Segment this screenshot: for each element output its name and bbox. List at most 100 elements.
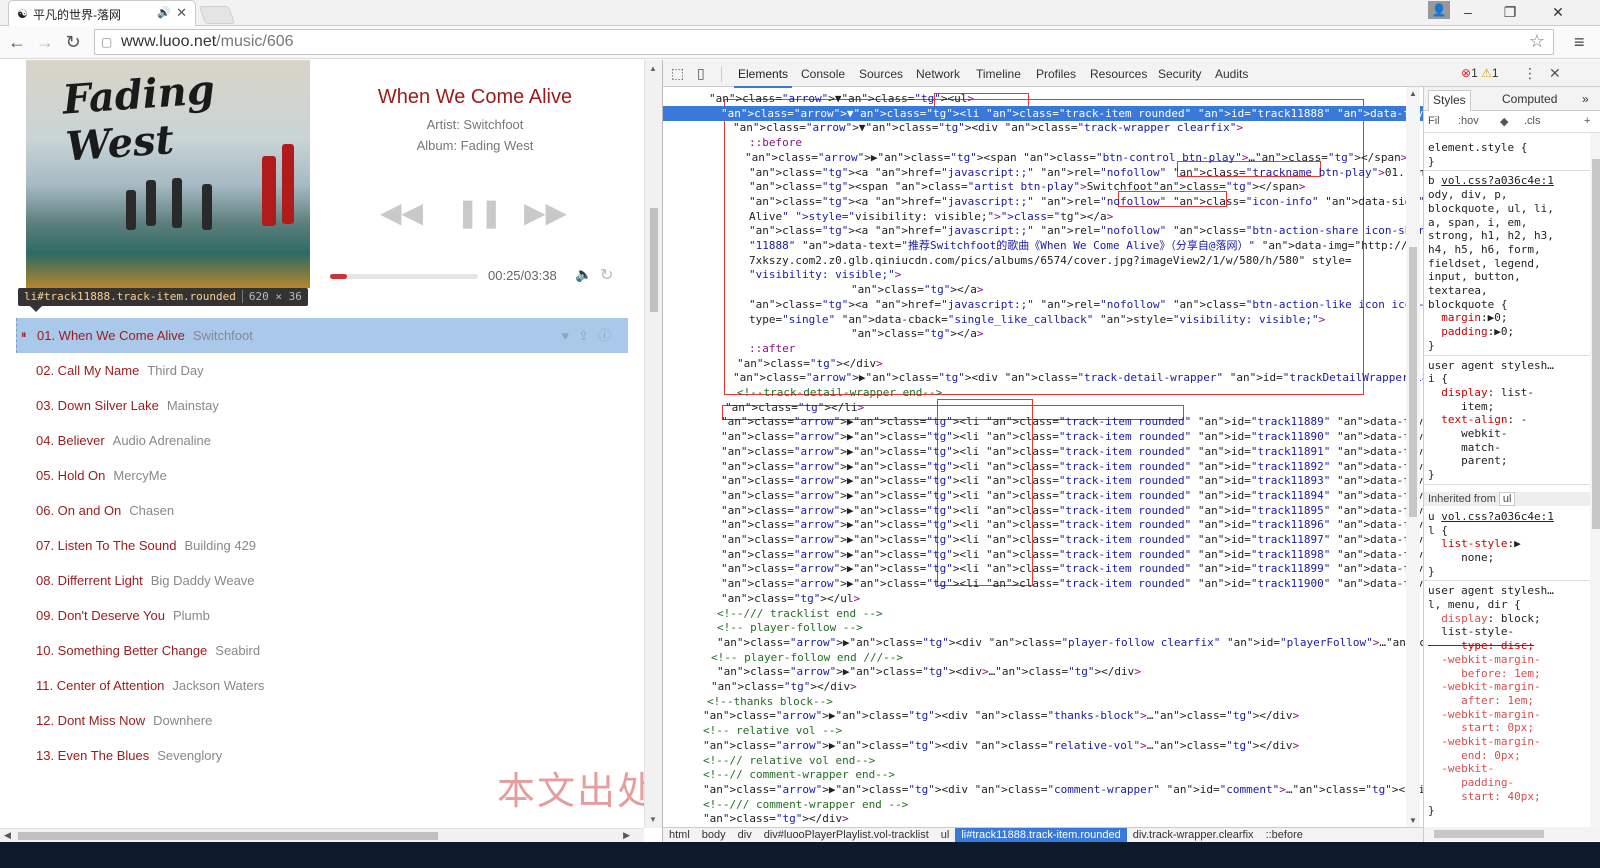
track-row[interactable]: 08. Differrent Light Big Daddy Weave	[16, 563, 628, 598]
error-warning-counter[interactable]: ⊗1 ⚠1	[1461, 66, 1499, 80]
breadcrumb-item[interactable]: ::before	[1260, 828, 1309, 842]
dom-node-line[interactable]: "an">class="arrow">▶"an">class="tg"><li …	[663, 503, 1423, 518]
track-name[interactable]: 08. Differrent Light	[36, 573, 143, 588]
dom-node-line[interactable]: "an">class="arrow">▶"an">class="tg"><div…	[663, 370, 1423, 385]
dom-node-line[interactable]: "an">class="arrow">▶"an">class="tg"><li …	[663, 517, 1423, 532]
dom-node-line[interactable]: "an">class="tg"></a>	[663, 282, 1423, 297]
volume-icon[interactable]: 🔈	[575, 266, 592, 283]
dom-node-line[interactable]: "an">class="arrow">▶"an">class="tg"><li …	[663, 414, 1423, 429]
omnibox[interactable]: ▢ www.luoo.net/music/606 ☆	[94, 29, 1554, 55]
track-row[interactable]: 07. Listen To The Sound Building 429	[16, 528, 628, 563]
dom-node-line[interactable]: ::before	[663, 135, 1423, 150]
dom-node-line[interactable]: "an">class="arrow">▶"an">class="tg"><li …	[663, 547, 1423, 562]
bookmark-star-icon[interactable]: ☆	[1529, 31, 1545, 52]
dom-node-line[interactable]: "an">class="tg"></li>	[663, 400, 1423, 415]
devtools-tab-console[interactable]: Console	[801, 67, 845, 81]
styles-scrollbar[interactable]	[1590, 133, 1600, 833]
dom-node-line[interactable]: "an">class="arrow">▶"an">class="tg"><div…	[663, 782, 1423, 797]
new-tab-button[interactable]	[198, 6, 236, 24]
dom-node-line[interactable]: <!--/// tracklist end -->	[663, 606, 1423, 621]
share-icon[interactable]: ⇪	[578, 328, 598, 343]
track-row[interactable]: 10. Something Better Change Seabird	[16, 633, 628, 668]
devtools-tab-resources[interactable]: Resources	[1090, 67, 1147, 81]
dom-node-line[interactable]: ::after	[663, 341, 1423, 356]
track-row[interactable]: 03. Down Silver Lake Mainstay	[16, 388, 628, 423]
previous-track-icon[interactable]: ◀◀	[380, 196, 423, 229]
dom-node-line[interactable]: "an">class="arrow">▶"an">class="tg"><li …	[663, 429, 1423, 444]
dom-node-line[interactable]: "an">class="tg"><a "an">href="javascript…	[663, 297, 1423, 312]
breadcrumb-item[interactable]: html	[663, 828, 696, 842]
dom-node-line[interactable]: <!-- player-follow -->	[663, 620, 1423, 635]
breadcrumb-item[interactable]: div.track-wrapper.clearfix	[1127, 828, 1260, 842]
browser-tab[interactable]: ☯ 平凡的世界-落网 🔊 ✕	[8, 0, 196, 26]
track-name[interactable]: 04. Believer	[36, 433, 105, 448]
page-horizontal-scrollbar[interactable]: ◀ ▶	[0, 828, 644, 842]
page-hscroll-thumb[interactable]	[18, 832, 438, 840]
dom-node-line[interactable]: "an">class="tg"></a>	[663, 326, 1423, 341]
breadcrumb-item[interactable]: div	[732, 828, 758, 842]
track-name[interactable]: 13. Even The Blues	[36, 748, 149, 763]
dom-node-line[interactable]: "an">class="arrow">▶"an">class="tg"><spa…	[663, 150, 1423, 165]
dom-node-line[interactable]: "an">class="tg"><a "an">href="javascript…	[663, 194, 1423, 209]
audio-playing-icon[interactable]: 🔊	[157, 6, 171, 19]
devtools-tab-sources[interactable]: Sources	[859, 67, 903, 81]
maximize-button[interactable]: ❐	[1490, 0, 1530, 24]
dom-node-line[interactable]: "11888" "an">data-text="推荐Switchfoot的歌曲《…	[663, 238, 1423, 253]
color-format-icon[interactable]: ◆	[1500, 115, 1508, 128]
dom-node-line[interactable]: <!--// relative vol end-->	[663, 753, 1423, 768]
next-track-icon[interactable]: ▶▶	[524, 196, 567, 229]
track-row[interactable]: 12. Dont Miss Now Downhere	[16, 703, 628, 738]
track-name[interactable]: 01. When We Come Alive	[37, 328, 185, 343]
breadcrumb-item[interactable]: li#track11888.track-item.rounded	[955, 828, 1127, 842]
dom-node-line[interactable]: "an">class="arrow">▶"an">class="tg"><li …	[663, 532, 1423, 547]
window-close-button[interactable]: ✕	[1538, 0, 1578, 24]
dom-node-line[interactable]: <!-- relative vol -->	[663, 723, 1423, 738]
dom-node-line[interactable]: <!--thanks block-->	[663, 694, 1423, 709]
minimize-button[interactable]: –	[1448, 0, 1488, 24]
track-row[interactable]: 06. On and On Chasen	[16, 493, 628, 528]
track-row[interactable]: 04. Believer Audio Adrenaline	[16, 423, 628, 458]
dom-node-line[interactable]: <!--// comment-wrapper end-->	[663, 767, 1423, 782]
dom-node-line[interactable]: "an">class="arrow">▼"an">class="tg"><ul>	[663, 91, 1423, 106]
dom-node-line[interactable]: "visibility: visible;">	[663, 267, 1423, 282]
dom-node-line[interactable]: "an">class="arrow">▶"an">class="tg"><li …	[663, 576, 1423, 591]
dom-node-line[interactable]: "an">class="tg"><a "an">href="javascript…	[663, 223, 1423, 238]
dom-node-line[interactable]: "an">class="arrow">▶"an">class="tg"><li …	[663, 473, 1423, 488]
dom-node-line[interactable]: "an">class="tg"></div>	[663, 356, 1423, 371]
dom-node-line[interactable]: "an">class="arrow">▶"an">class="tg"><li …	[663, 488, 1423, 503]
info-icon[interactable]: ⓘ	[598, 328, 620, 343]
devtools-menu-icon[interactable]: ⋮	[1523, 65, 1537, 82]
dom-node-line[interactable]: "an">class="arrow">▶"an">class="tg"><div…	[663, 738, 1423, 753]
track-name[interactable]: 03. Down Silver Lake	[36, 398, 159, 413]
repeat-icon[interactable]: ↻	[600, 265, 613, 285]
dom-node-line[interactable]: "an">class="arrow">▶"an">class="tg"><li …	[663, 459, 1423, 474]
pause-icon[interactable]: ❚❚	[456, 196, 503, 229]
page-scroll-thumb[interactable]	[650, 208, 658, 312]
device-mode-icon[interactable]: ▯	[697, 65, 705, 82]
track-row[interactable]: 02. Call My Name Third Day	[16, 353, 628, 388]
track-name[interactable]: 06. On and On	[36, 503, 121, 518]
filter-input[interactable]: Fil	[1428, 115, 1440, 127]
elements-scrollbar[interactable]: ▲ ▼	[1406, 87, 1420, 827]
dom-node-line[interactable]: "an">class="tg"></div>	[663, 811, 1423, 826]
track-name[interactable]: 11. Center of Attention	[36, 678, 164, 693]
track-name[interactable]: 09. Don't Deserve You	[36, 608, 165, 623]
dom-node-line[interactable]: "an">class="tg"></ul>	[663, 591, 1423, 606]
devtools-tab-timeline[interactable]: Timeline	[976, 67, 1021, 81]
devtools-tab-elements[interactable]: Elements	[733, 67, 793, 88]
devtools-tab-network[interactable]: Network	[916, 67, 960, 81]
devtools-close-icon[interactable]: ✕	[1549, 65, 1561, 82]
hov-toggle[interactable]: :hov	[1458, 115, 1479, 127]
track-row[interactable]: 11. Center of Attention Jackson Waters	[16, 668, 628, 703]
page-vertical-scrollbar[interactable]: ▲ ▼	[644, 60, 662, 828]
tab-computed[interactable]: Computed	[1502, 92, 1557, 106]
forward-arrow-icon[interactable]: →	[34, 30, 56, 54]
breadcrumb-item[interactable]: body	[696, 828, 732, 842]
dom-node-line[interactable]: Alive" ">style="visibility: visible;">">…	[663, 209, 1423, 224]
progress-bar[interactable]	[330, 274, 478, 279]
tab-styles[interactable]: Styles	[1428, 90, 1471, 111]
devtools-tab-profiles[interactable]: Profiles	[1036, 67, 1076, 81]
dom-node-line[interactable]: type="single" "an">data-cback="single_li…	[663, 312, 1423, 327]
track-name[interactable]: 07. Listen To The Sound	[36, 538, 176, 553]
user-profile-icon[interactable]: 👤	[1428, 1, 1450, 19]
